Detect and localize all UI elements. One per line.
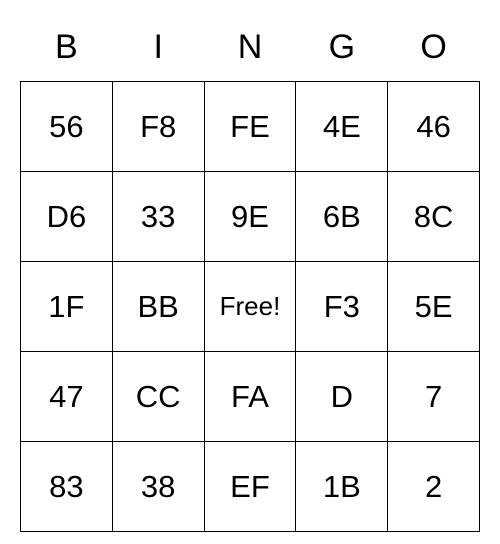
header-n: N: [204, 18, 296, 82]
bingo-row: 83 38 EF 1B 2: [21, 442, 480, 532]
bingo-row: 56 F8 FE 4E 46: [21, 82, 480, 172]
bingo-cell[interactable]: 47: [21, 352, 113, 442]
bingo-cell[interactable]: 7: [388, 352, 480, 442]
bingo-cell[interactable]: FA: [204, 352, 296, 442]
header-g: G: [296, 18, 388, 82]
bingo-cell[interactable]: 83: [21, 442, 113, 532]
header-o: O: [388, 18, 480, 82]
bingo-cell[interactable]: 38: [112, 442, 204, 532]
bingo-cell[interactable]: F3: [296, 262, 388, 352]
bingo-cell[interactable]: 56: [21, 82, 113, 172]
header-b: B: [21, 18, 113, 82]
bingo-cell[interactable]: 6B: [296, 172, 388, 262]
bingo-free-cell[interactable]: Free!: [204, 262, 296, 352]
bingo-cell[interactable]: 5E: [388, 262, 480, 352]
bingo-cell[interactable]: CC: [112, 352, 204, 442]
bingo-cell[interactable]: 33: [112, 172, 204, 262]
bingo-row: 47 CC FA D 7: [21, 352, 480, 442]
bingo-cell[interactable]: FE: [204, 82, 296, 172]
bingo-cell[interactable]: 9E: [204, 172, 296, 262]
bingo-header-row: B I N G O: [21, 18, 480, 82]
bingo-cell[interactable]: 1B: [296, 442, 388, 532]
bingo-cell[interactable]: 2: [388, 442, 480, 532]
bingo-cell[interactable]: 1F: [21, 262, 113, 352]
bingo-cell[interactable]: F8: [112, 82, 204, 172]
bingo-cell[interactable]: D: [296, 352, 388, 442]
bingo-cell[interactable]: 8C: [388, 172, 480, 262]
header-i: I: [112, 18, 204, 82]
bingo-cell[interactable]: EF: [204, 442, 296, 532]
bingo-row: D6 33 9E 6B 8C: [21, 172, 480, 262]
bingo-card: B I N G O 56 F8 FE 4E 46 D6 33 9E 6B 8C …: [20, 18, 480, 532]
bingo-cell[interactable]: 46: [388, 82, 480, 172]
bingo-cell[interactable]: BB: [112, 262, 204, 352]
bingo-cell[interactable]: D6: [21, 172, 113, 262]
bingo-row: 1F BB Free! F3 5E: [21, 262, 480, 352]
bingo-cell[interactable]: 4E: [296, 82, 388, 172]
